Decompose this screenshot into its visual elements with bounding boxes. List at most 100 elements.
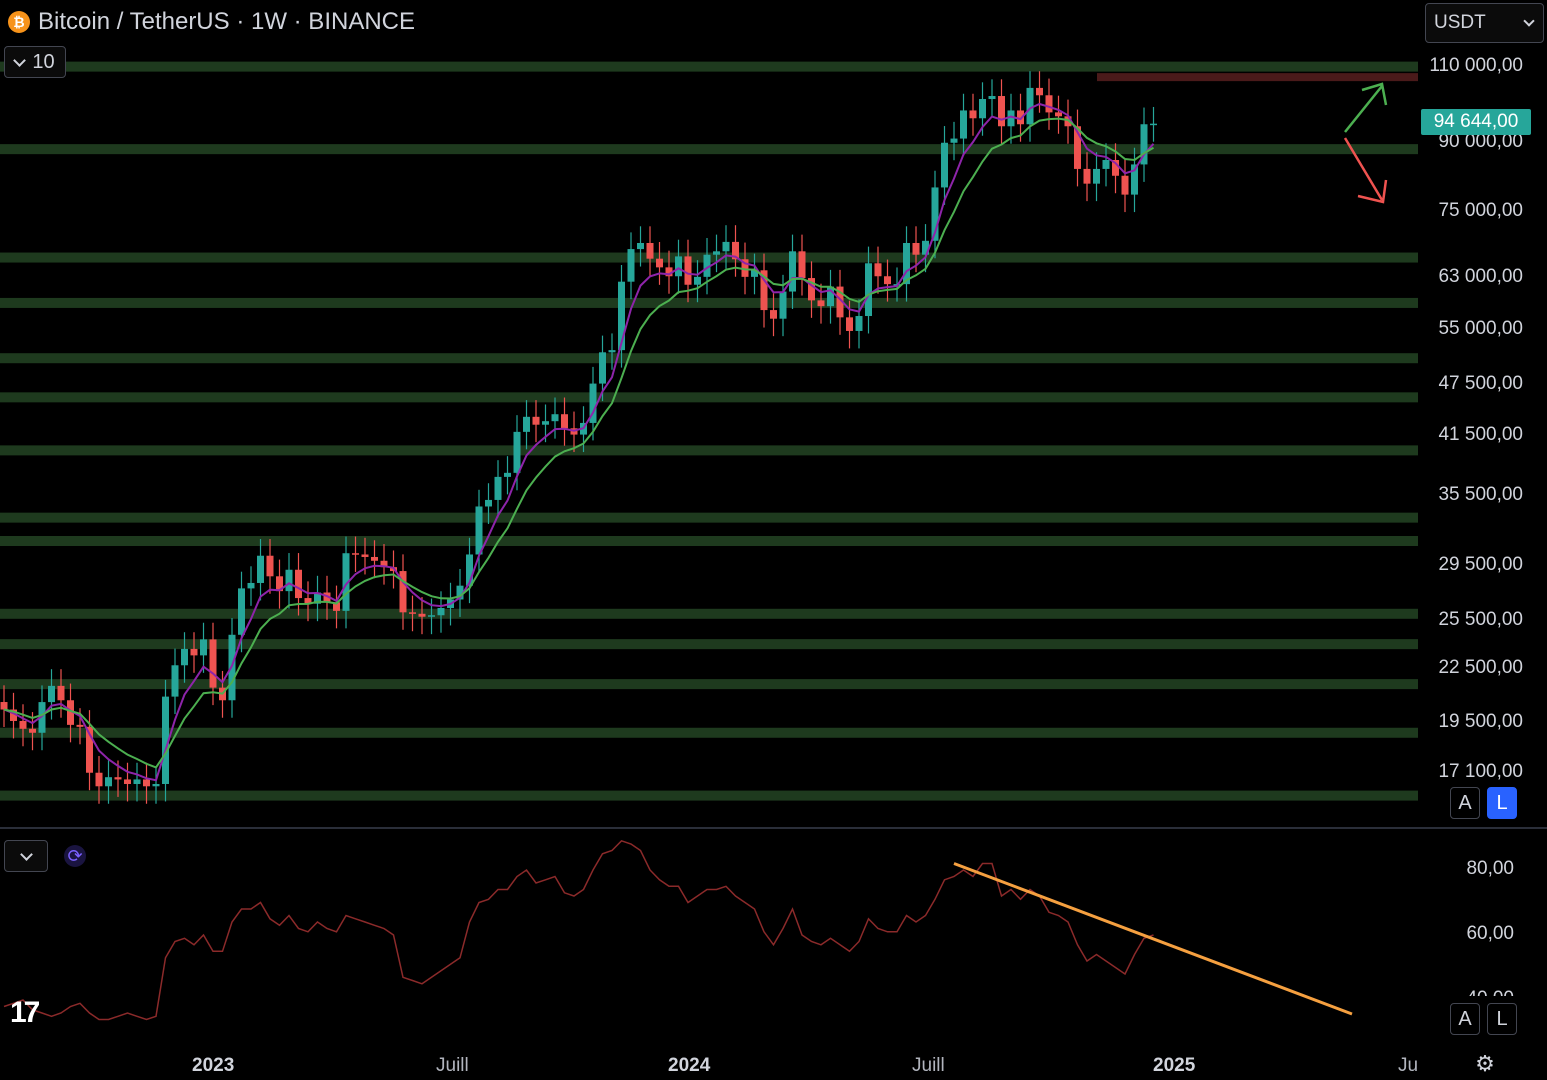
candle-body [105, 777, 112, 787]
candle-body [257, 555, 264, 583]
candle-6 [57, 669, 65, 718]
candle-body [418, 613, 426, 617]
rsi-pane [3, 839, 1353, 1021]
currency-value: USDT [1434, 12, 1486, 33]
candle-body [637, 242, 644, 250]
indicator-count: 10 [32, 50, 55, 73]
candle-118 [1121, 159, 1129, 213]
candle-18 [171, 648, 179, 715]
bitcoin-logo-icon: ₿ [8, 11, 30, 33]
candle-body [285, 569, 293, 592]
candle-body [874, 263, 882, 277]
support-zone-3 [0, 297, 1418, 308]
candle-95 [903, 226, 910, 302]
candle-body [675, 256, 682, 277]
candle-2 [19, 704, 27, 747]
candle-body [409, 612, 416, 614]
candle-35 [333, 585, 340, 629]
candle-115 [1093, 152, 1100, 202]
candle-73 [694, 260, 701, 303]
candle-body [361, 554, 369, 557]
candle-body [1045, 95, 1053, 113]
log-scale-button[interactable]: L [1487, 787, 1517, 819]
candle-80 [760, 253, 768, 328]
candle-71 [675, 239, 682, 294]
candle-87 [827, 269, 834, 324]
candle-body [114, 777, 122, 780]
candle-body [475, 506, 483, 555]
support-zone-7 [0, 512, 1418, 523]
candle-43 [409, 595, 416, 632]
candle-body [779, 291, 787, 319]
candle-body [865, 263, 872, 317]
candle-114 [1083, 152, 1091, 202]
candle-121 [1150, 106, 1157, 142]
candle-31 [295, 553, 302, 616]
symbol-title[interactable]: Bitcoin / TetherUS · 1W · BINANCE [38, 8, 415, 36]
candle-120 [1140, 107, 1148, 182]
chart-header: ₿ Bitcoin / TetherUS · 1W · BINANCE [8, 6, 415, 38]
auto-scale-button[interactable]: A [1450, 787, 1480, 819]
candle-body [171, 665, 179, 697]
candle-body [181, 648, 188, 666]
btc-chart[interactable] [0, 0, 1547, 1080]
candle-85 [808, 261, 815, 318]
currency-select[interactable]: USDT [1425, 3, 1544, 43]
support-zone-12 [0, 727, 1418, 738]
price-label: 47 500,00 [1438, 373, 1523, 395]
bullish-arrow [1344, 82, 1388, 133]
candle-body [855, 316, 863, 331]
rsi-auto-scale-button[interactable]: A [1450, 1003, 1480, 1035]
candle-body [884, 276, 891, 285]
candle-body [1150, 123, 1157, 126]
candle-24 [228, 618, 236, 718]
candle-49 [466, 537, 473, 604]
chevron-down-icon [19, 847, 33, 861]
candle-body [960, 110, 967, 139]
candle-body [551, 414, 559, 422]
time-label: 2023 [192, 1055, 235, 1076]
candle-100 [950, 121, 958, 161]
rsi-collapse-button[interactable] [4, 840, 48, 872]
candle-66 [627, 232, 635, 300]
indicators-collapse-button[interactable]: 10 [4, 46, 66, 78]
candle-body [998, 96, 1005, 127]
candle-body [941, 142, 948, 188]
tradingview-logo-icon: 17 [10, 996, 40, 1029]
candle-body [912, 242, 920, 255]
candle-body [770, 310, 777, 319]
settings-gear-icon[interactable]: ⚙ [1474, 1053, 1496, 1075]
candle-110 [1045, 78, 1053, 130]
candle-body [133, 779, 141, 784]
time-label: 2024 [668, 1055, 711, 1076]
candle-body [19, 720, 27, 729]
candle-106 [1007, 93, 1015, 144]
refresh-icon[interactable]: ⟳ [64, 845, 86, 867]
candle-body [846, 317, 853, 331]
candle-body [209, 639, 217, 688]
candle-body [57, 685, 65, 701]
candle-body [494, 476, 502, 500]
candle-72 [684, 239, 692, 303]
projection-arrows [1343, 82, 1388, 204]
candle-body [190, 648, 198, 656]
candle-body [1121, 175, 1129, 195]
candle-body [238, 588, 245, 635]
candle-body [684, 256, 692, 285]
candle-20 [190, 632, 198, 673]
support-zone-13 [0, 790, 1418, 801]
candle-body [523, 416, 530, 432]
candle-body [143, 779, 150, 787]
candle-body [266, 555, 274, 577]
candle-body [513, 431, 521, 473]
rsi-log-scale-button[interactable]: L [1487, 1003, 1517, 1035]
candle-body [532, 416, 540, 425]
price-label: 29 500,00 [1438, 553, 1523, 575]
last-price-tag: 94 644,00 [1421, 109, 1531, 135]
price-label: 110 000,00 [1429, 54, 1523, 76]
candle-body [950, 138, 958, 143]
candle-26 [247, 566, 255, 606]
time-label: Ju [1398, 1055, 1419, 1076]
price-label: 75 000,00 [1438, 199, 1523, 221]
candle-30 [285, 553, 293, 609]
